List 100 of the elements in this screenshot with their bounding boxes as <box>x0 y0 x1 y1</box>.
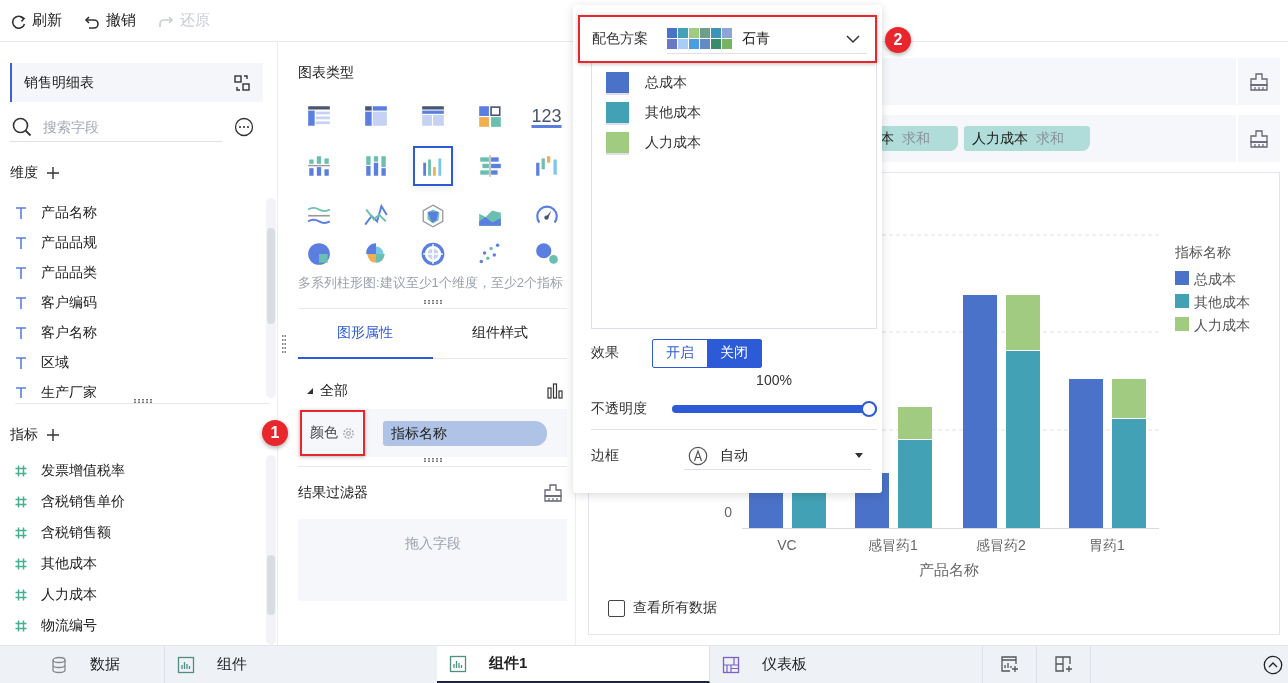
field-item[interactable]: 区域 <box>10 347 266 378</box>
toolbar-button[interactable]: 撤销 <box>84 11 136 30</box>
drag-handle-icon[interactable] <box>422 299 443 305</box>
caret-down-icon <box>855 453 863 458</box>
axis-title: 产品名称 <box>919 561 979 578</box>
add-layout-icon[interactable] <box>1053 654 1074 675</box>
border-dropdown[interactable]: 自动 <box>684 442 871 470</box>
bar-chart-icon <box>177 655 195 674</box>
field-item[interactable]: 人力成本 <box>10 579 266 611</box>
field-item[interactable]: 其他成本 <box>10 548 266 580</box>
number-type-icon <box>14 494 28 509</box>
tab[interactable]: 图形属性 <box>298 309 433 359</box>
field-item[interactable]: 发票增值税率 <box>10 455 266 487</box>
toggle-option[interactable]: 开启 <box>653 339 707 367</box>
auto-icon <box>688 445 708 466</box>
tile-grid-icon <box>476 103 503 129</box>
waterfall-chart-icon <box>533 153 560 179</box>
section-title: 结果过滤器 <box>298 484 368 502</box>
opacity-slider[interactable] <box>672 400 877 417</box>
gear-icon[interactable] <box>342 426 355 440</box>
field-pill[interactable]: 指标名称 <box>383 420 547 446</box>
stacked-bar-chart-icon <box>305 153 332 179</box>
field-item[interactable]: 含税销售单价 <box>10 486 266 518</box>
section-title: 维度 <box>10 164 38 183</box>
slider-thumb[interactable] <box>861 400 877 417</box>
drop-hint: 拖入字段 <box>404 535 461 553</box>
text-type-icon <box>14 205 28 220</box>
color-picker[interactable] <box>606 131 629 155</box>
legend-title: 指标名称 <box>1175 244 1231 260</box>
property-label: 不透明度 <box>591 399 648 418</box>
field-item[interactable]: 物流编号 <box>10 610 266 642</box>
bar-chart-icon <box>449 654 467 673</box>
field-item[interactable]: 产品品类 <box>10 257 266 288</box>
number-type-icon <box>14 618 28 633</box>
scrollbar-thumb[interactable] <box>267 555 275 616</box>
add-icon[interactable] <box>46 166 60 181</box>
scrollbar-thumb[interactable] <box>267 227 275 324</box>
dataset-header[interactable]: 销售明细表 <box>10 63 263 102</box>
field-pill[interactable]: 人力成本 求和 <box>963 126 1090 151</box>
number-type-icon <box>14 556 28 571</box>
text-type-icon <box>14 325 28 340</box>
axis-label: VC <box>777 537 797 553</box>
field-item[interactable]: 客户编码 <box>10 287 266 318</box>
axis-label: 感冒药1 <box>868 537 918 553</box>
chart-type-button[interactable]: 123 <box>526 96 567 136</box>
property-label: 效果 <box>591 344 620 362</box>
text-type-icon <box>14 295 28 310</box>
field-item[interactable]: 产品品规 <box>10 227 266 258</box>
more-icon[interactable] <box>234 117 254 137</box>
chart-type-button[interactable] <box>412 146 453 186</box>
bar-chart-icon[interactable] <box>547 383 563 399</box>
tab[interactable]: 组件1 <box>437 646 710 683</box>
field-item[interactable]: 含税销售额 <box>10 517 266 549</box>
slider-value: 100% <box>755 372 793 388</box>
property-label: 边框 <box>591 447 620 465</box>
callout-badge: 2 <box>885 27 911 53</box>
color-scheme-dropdown[interactable]: 石青 <box>667 24 867 54</box>
series-label: 总成本 <box>645 74 687 92</box>
database-icon <box>50 655 68 674</box>
series-label: 人力成本 <box>645 134 701 152</box>
tab[interactable]: 数据 <box>0 646 165 683</box>
filter-icon[interactable] <box>1249 128 1269 149</box>
axis-label: 胃药1 <box>1089 537 1125 553</box>
text-type-icon <box>14 355 28 370</box>
property-label: 颜色 <box>310 424 338 442</box>
toggle-option[interactable]: 关闭 <box>707 339 761 367</box>
tab[interactable]: 仪表板 <box>710 646 983 683</box>
search-icon <box>11 115 33 138</box>
add-chart-icon[interactable] <box>999 654 1020 675</box>
pivot-table-icon <box>362 103 389 129</box>
legend-label: 其他成本 <box>1194 294 1250 310</box>
checkbox-label: 查看所有数据 <box>633 599 717 617</box>
tab[interactable]: 组件 <box>165 646 437 683</box>
drag-handle-icon[interactable] <box>422 457 443 463</box>
color-picker[interactable] <box>606 71 629 95</box>
color-picker[interactable] <box>606 101 629 125</box>
collapse-up-icon[interactable] <box>1263 654 1283 675</box>
section-title: 图表类型 <box>298 64 355 82</box>
axis-tick-label: 0 <box>724 504 732 520</box>
search-field[interactable]: 搜索字段 <box>41 117 191 136</box>
number-type-icon <box>14 587 28 602</box>
checkbox[interactable] <box>608 599 625 617</box>
text-type-icon <box>14 385 28 398</box>
dashboard-icon <box>722 655 740 674</box>
legend-label: 总成本 <box>1194 271 1236 287</box>
tab[interactable]: 组件样式 <box>432 309 567 359</box>
filter-icon[interactable] <box>1249 71 1269 92</box>
toolbar-button[interactable]: 刷新 <box>10 11 62 30</box>
group-toggle[interactable]: 全部 <box>306 382 348 400</box>
add-icon[interactable] <box>46 428 60 442</box>
ring-chart-icon <box>419 241 446 267</box>
field-item[interactable]: 产品名称 <box>10 197 266 228</box>
filter-icon[interactable] <box>543 483 563 503</box>
field-item[interactable]: 客户名称 <box>10 317 266 348</box>
drag-handle-icon[interactable] <box>281 333 287 354</box>
text-type-icon <box>14 235 28 250</box>
bubble-chart-icon <box>533 241 560 267</box>
switch-icon <box>233 73 251 92</box>
list-table-icon <box>419 103 446 129</box>
refresh-icon <box>10 12 26 29</box>
